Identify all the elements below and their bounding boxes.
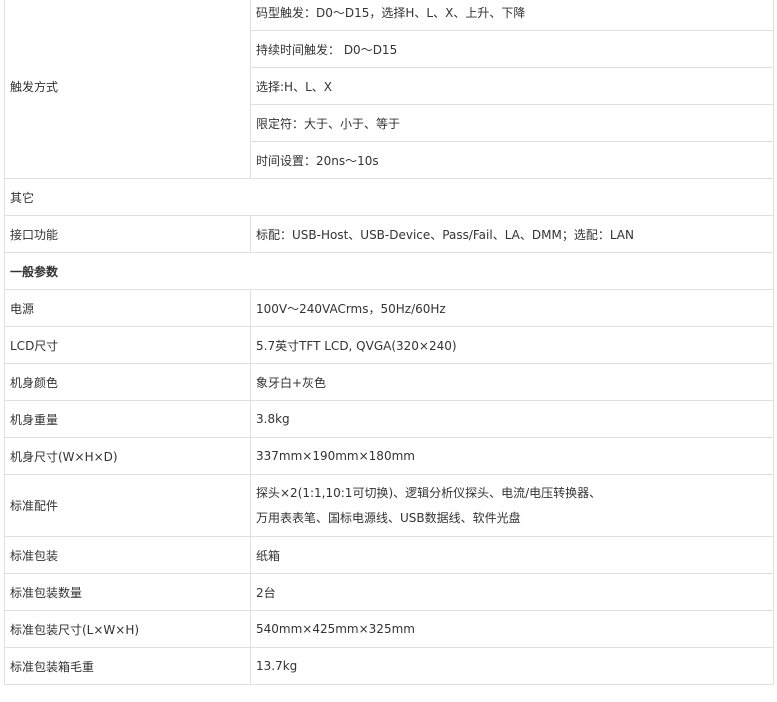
trigger-qualifier: 限定符：大于、小于、等于 xyxy=(250,104,774,142)
table-row: 机身重量 3.8kg xyxy=(4,400,774,438)
row-label: 机身尺寸(W×H×D) xyxy=(4,437,251,475)
table-row: 标准包装尺寸(L×W×H) 540mm×425mm×325mm xyxy=(4,610,774,648)
table-row: 机身颜色 象牙白+灰色 xyxy=(4,363,774,401)
spec-table: 触发方式 码型触发：D0～D15，选择H、L、X、上升、下降 持续时间触发： D… xyxy=(4,0,774,685)
row-value: 337mm×190mm×180mm xyxy=(250,437,774,475)
row-value: 3.8kg xyxy=(250,400,774,438)
accessories-line-1: 探头×2(1:1,10:1可切换)、逻辑分析仪探头、电流/电压转换器、 xyxy=(256,485,602,500)
row-value: 标配：USB-Host、USB-Device、Pass/Fail、LA、DMM；… xyxy=(250,215,774,253)
row-label: 标准包装箱毛重 xyxy=(4,647,251,685)
table-row: 机身尺寸(W×H×D) 337mm×190mm×180mm xyxy=(4,437,774,475)
section-general: 一般参数 xyxy=(4,252,774,290)
table-row: 标准包装箱毛重 13.7kg xyxy=(4,647,774,685)
trigger-select: 选择:H、L、X xyxy=(250,67,774,105)
row-label: LCD尺寸 xyxy=(4,326,251,364)
row-value: 探头×2(1:1,10:1可切换)、逻辑分析仪探头、电流/电压转换器、 万用表表… xyxy=(250,474,774,537)
row-label: 机身重量 xyxy=(4,400,251,438)
row-value: 100V～240VACrms，50Hz/60Hz xyxy=(250,289,774,327)
row-value: 13.7kg xyxy=(250,647,774,685)
row-label: 标准包装尺寸(L×W×H) xyxy=(4,610,251,648)
table-row: 电源 100V～240VACrms，50Hz/60Hz xyxy=(4,289,774,327)
row-value: 2台 xyxy=(250,573,774,611)
row-value: 540mm×425mm×325mm xyxy=(250,610,774,648)
row-value: 象牙白+灰色 xyxy=(250,363,774,401)
row-value: 5.7英寸TFT LCD, QVGA(320×240) xyxy=(250,326,774,364)
table-row: 标准配件 探头×2(1:1,10:1可切换)、逻辑分析仪探头、电流/电压转换器、… xyxy=(4,474,774,537)
section-row: 一般参数 xyxy=(4,252,774,290)
trigger-time: 时间设置：20ns～10s xyxy=(250,141,774,179)
row-label: 标准包装 xyxy=(4,536,251,574)
trigger-pattern: 码型触发：D0～D15，选择H、L、X、上升、下降 xyxy=(250,0,774,31)
table-row: 触发方式 码型触发：D0～D15，选择H、L、X、上升、下降 xyxy=(4,0,774,179)
table-row: 标准包装 纸箱 xyxy=(4,536,774,574)
trigger-label: 触发方式 xyxy=(4,0,251,179)
row-label: 标准配件 xyxy=(4,474,251,537)
row-value: 纸箱 xyxy=(250,536,774,574)
row-label: 接口功能 xyxy=(4,215,251,253)
row-label: 标准包装数量 xyxy=(4,573,251,611)
table-row: 接口功能 标配：USB-Host、USB-Device、Pass/Fail、LA… xyxy=(4,215,774,253)
table-row: LCD尺寸 5.7英寸TFT LCD, QVGA(320×240) xyxy=(4,326,774,364)
row-label: 电源 xyxy=(4,289,251,327)
section-other: 其它 xyxy=(4,178,774,216)
section-row: 其它 xyxy=(4,178,774,216)
trigger-duration: 持续时间触发： D0～D15 xyxy=(250,30,774,68)
row-label: 机身颜色 xyxy=(4,363,251,401)
accessories-line-2: 万用表表笔、国标电源线、USB数据线、软件光盘 xyxy=(256,510,521,525)
table-row: 标准包装数量 2台 xyxy=(4,573,774,611)
